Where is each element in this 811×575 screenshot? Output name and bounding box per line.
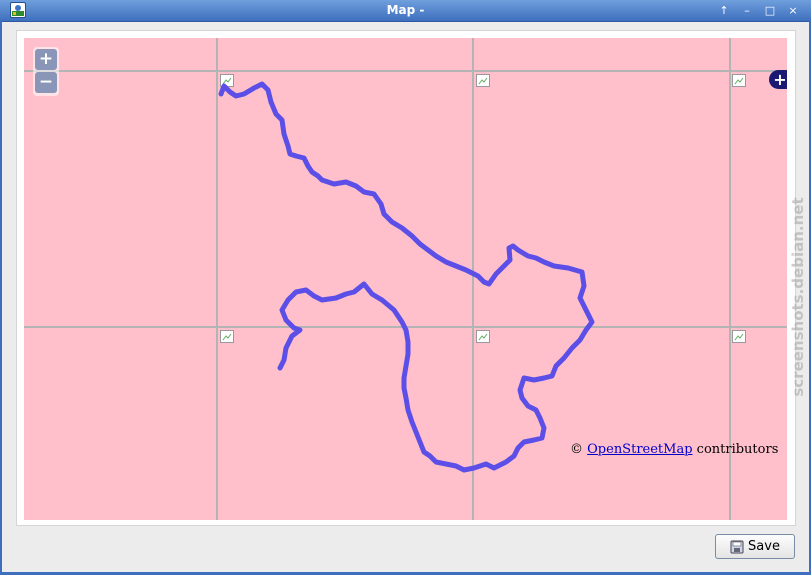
zoom-in-button[interactable]: + (35, 49, 57, 70)
openstreetmap-link[interactable]: OpenStreetMap (587, 442, 692, 457)
save-button-label: Save (748, 539, 780, 554)
zoom-control: + − (33, 47, 59, 96)
maximize-icon[interactable]: □ (762, 3, 778, 18)
map-canvas[interactable]: + − + © OpenStreetMap contributors (24, 38, 787, 520)
minimize-icon[interactable]: – (739, 3, 755, 18)
title-bar[interactable]: Map - ↑ – □ × (0, 0, 811, 22)
close-icon[interactable]: × (785, 3, 801, 18)
map-attribution: © OpenStreetMap contributors (570, 442, 778, 457)
restore-icon[interactable]: ↑ (716, 3, 732, 18)
window-title: Map - (386, 3, 425, 17)
zoom-out-button[interactable]: − (35, 72, 57, 93)
map-window: Map - ↑ – □ × + − + © OpenStreetMap cont… (0, 0, 811, 575)
attribution-prefix: © (570, 442, 588, 457)
save-icon (730, 540, 744, 553)
save-button[interactable]: Save (715, 534, 795, 559)
attribution-suffix: contributors (692, 442, 779, 457)
layer-switcher-button[interactable]: + (769, 70, 787, 89)
window-border-left (0, 21, 2, 575)
